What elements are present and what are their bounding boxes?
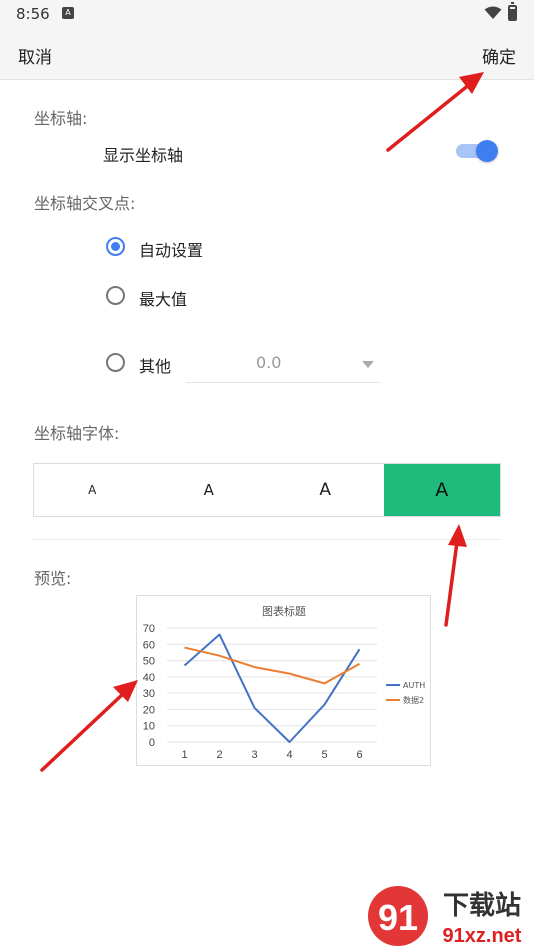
x-tick-label: 2 xyxy=(216,749,222,761)
x-tick-label: 3 xyxy=(251,749,257,761)
y-tick-label: 60 xyxy=(143,639,155,651)
top-bar: 取消 确定 xyxy=(0,28,534,80)
font-size-option-medium[interactable]: A xyxy=(151,464,268,516)
confirm-button[interactable]: 确定 xyxy=(482,43,516,68)
show-axis-label: 显示坐标轴 xyxy=(103,146,184,165)
series-line xyxy=(184,646,360,685)
x-tick-label: 1 xyxy=(181,749,187,761)
font-size-selector: A A A A xyxy=(33,463,501,517)
status-time: 8:56 xyxy=(16,5,50,23)
chevron-down-icon xyxy=(362,361,374,368)
font-size-option-large[interactable]: A xyxy=(267,464,384,516)
other-value: 0.0 xyxy=(256,353,282,372)
radio-max-label[interactable]: 最大值 xyxy=(139,286,187,310)
legend-label: 数据2 xyxy=(403,695,424,705)
chart-preview: 图表标题 0 10 20 30 40 50 60 70 1 2 3 4 5 6 AUTH 数据2 xyxy=(136,595,431,766)
y-tick-label: 40 xyxy=(143,672,155,684)
cancel-button[interactable]: 取消 xyxy=(18,43,52,68)
watermark-text-bottom: 91xz.net xyxy=(443,925,522,947)
x-tick-label: 4 xyxy=(286,749,292,761)
x-tick-label: 6 xyxy=(356,749,362,761)
section-divider xyxy=(33,539,501,540)
y-tick-label: 30 xyxy=(143,688,155,700)
legend-label: AUTH xyxy=(403,681,425,690)
radio-other[interactable] xyxy=(106,353,125,372)
wifi-icon xyxy=(484,6,502,19)
y-tick-label: 10 xyxy=(143,721,155,733)
radio-max[interactable] xyxy=(106,286,125,305)
axis-section-label: 坐标轴: xyxy=(34,109,88,128)
watermark-logo: 91 下载站 91xz.net xyxy=(362,882,534,950)
x-tick-label: 5 xyxy=(321,749,327,761)
toggle-thumb xyxy=(476,140,498,162)
y-tick-label: 20 xyxy=(143,704,155,716)
watermark-glyph: 91 xyxy=(378,897,418,938)
battery-icon xyxy=(508,2,517,21)
watermark-text-top: 下载站 xyxy=(443,891,521,921)
status-bar: 8:56 A xyxy=(0,0,534,28)
font-size-option-small[interactable]: A xyxy=(34,464,151,516)
notification-icon: A xyxy=(62,7,74,19)
other-value-dropdown[interactable]: 0.0 xyxy=(186,345,381,383)
font-size-option-xlarge[interactable]: A xyxy=(383,464,500,516)
crossing-section-label: 坐标轴交叉点: xyxy=(34,194,136,213)
chart-title: 图表标题 xyxy=(262,604,306,618)
show-axis-toggle[interactable] xyxy=(456,140,498,162)
y-tick-label: 50 xyxy=(143,656,155,668)
annotation-arrow xyxy=(40,680,138,772)
preview-section-label: 预览: xyxy=(34,569,72,588)
y-tick-label: 70 xyxy=(143,623,155,635)
radio-other-label[interactable]: 其他 xyxy=(139,353,171,377)
y-tick-label: 0 xyxy=(149,737,155,749)
radio-auto[interactable] xyxy=(106,237,125,256)
font-section-label: 坐标轴字体: xyxy=(34,424,120,443)
radio-auto-label[interactable]: 自动设置 xyxy=(139,237,203,261)
line-chart: 图表标题 0 10 20 30 40 50 60 70 1 2 3 4 5 6 AUTH 数据2 xyxy=(143,604,425,761)
annotation-arrow xyxy=(386,72,484,152)
